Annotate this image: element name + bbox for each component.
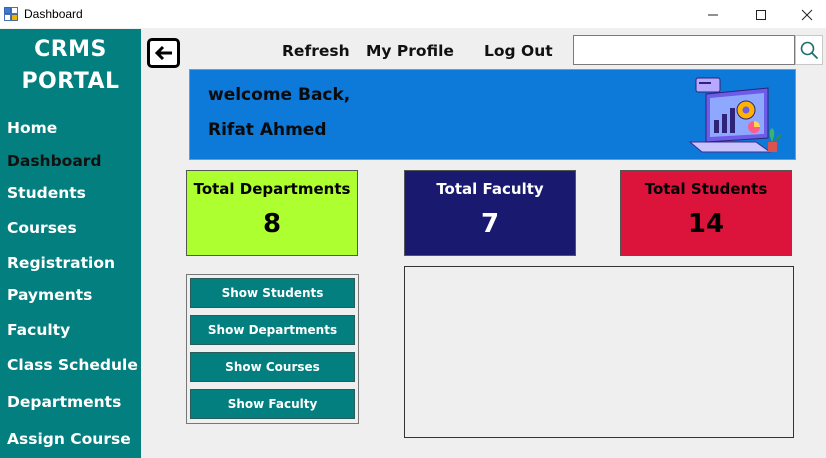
my-profile-link[interactable]: My Profile xyxy=(366,42,454,60)
show-departments-button[interactable]: Show Departments xyxy=(190,315,355,345)
arrow-left-icon xyxy=(154,45,172,61)
sidebar: CRMS PORTAL Home Dashboard Students Cour… xyxy=(0,29,141,458)
stat-card-faculty: Total Faculty 7 xyxy=(404,170,576,256)
close-button[interactable] xyxy=(784,0,826,29)
welcome-banner: welcome Back, Rifat Ahmed xyxy=(189,69,796,160)
data-grid-panel[interactable] xyxy=(404,266,794,438)
sidebar-item-class-schedule[interactable]: Class Schedule xyxy=(7,356,138,374)
stat-value: 14 xyxy=(687,209,725,239)
stat-label: Total Faculty xyxy=(436,180,544,198)
window-title: Dashboard xyxy=(24,7,83,21)
sidebar-item-students[interactable]: Students xyxy=(7,184,86,202)
maximize-button[interactable] xyxy=(738,0,784,29)
minimize-button[interactable] xyxy=(690,0,736,29)
client-area: CRMS PORTAL Home Dashboard Students Cour… xyxy=(0,29,826,458)
search-input[interactable] xyxy=(573,35,795,65)
sidebar-item-registration[interactable]: Registration xyxy=(7,254,115,272)
stat-label: Total Departments xyxy=(193,180,351,198)
show-faculty-button[interactable]: Show Faculty xyxy=(190,389,355,419)
search-icon xyxy=(800,41,819,60)
search-button[interactable] xyxy=(795,35,823,65)
minimize-icon xyxy=(708,14,718,15)
dashboard-illustration-icon xyxy=(688,77,782,153)
form-icon xyxy=(4,7,18,21)
sidebar-item-payments[interactable]: Payments xyxy=(7,286,92,304)
brand-subtitle: PORTAL xyxy=(21,69,120,94)
sidebar-item-courses[interactable]: Courses xyxy=(7,219,77,237)
sidebar-item-home[interactable]: Home xyxy=(7,119,57,137)
stat-value: 7 xyxy=(480,209,500,239)
refresh-link[interactable]: Refresh xyxy=(282,42,350,60)
action-buttons-panel: Show Students Show Departments Show Cour… xyxy=(186,274,359,424)
welcome-greeting: welcome Back, xyxy=(208,85,351,105)
window-titlebar: Dashboard xyxy=(0,0,826,29)
sidebar-item-faculty[interactable]: Faculty xyxy=(7,321,70,339)
back-button[interactable] xyxy=(147,38,180,68)
stat-card-students: Total Students 14 xyxy=(620,170,792,256)
sidebar-item-dashboard[interactable]: Dashboard xyxy=(7,152,102,170)
sidebar-item-assign-course[interactable]: Assign Course xyxy=(7,430,131,448)
brand-title: CRMS xyxy=(34,37,107,62)
maximize-icon xyxy=(756,9,766,20)
close-icon xyxy=(801,9,813,20)
stat-label: Total Students xyxy=(644,180,768,198)
sidebar-item-departments[interactable]: Departments xyxy=(7,393,121,411)
log-out-link[interactable]: Log Out xyxy=(484,42,553,60)
show-students-button[interactable]: Show Students xyxy=(190,278,355,308)
show-courses-button[interactable]: Show Courses xyxy=(190,352,355,382)
user-name: Rifat Ahmed xyxy=(208,120,327,140)
stat-card-departments: Total Departments 8 xyxy=(186,170,358,256)
stat-value: 8 xyxy=(262,209,282,239)
